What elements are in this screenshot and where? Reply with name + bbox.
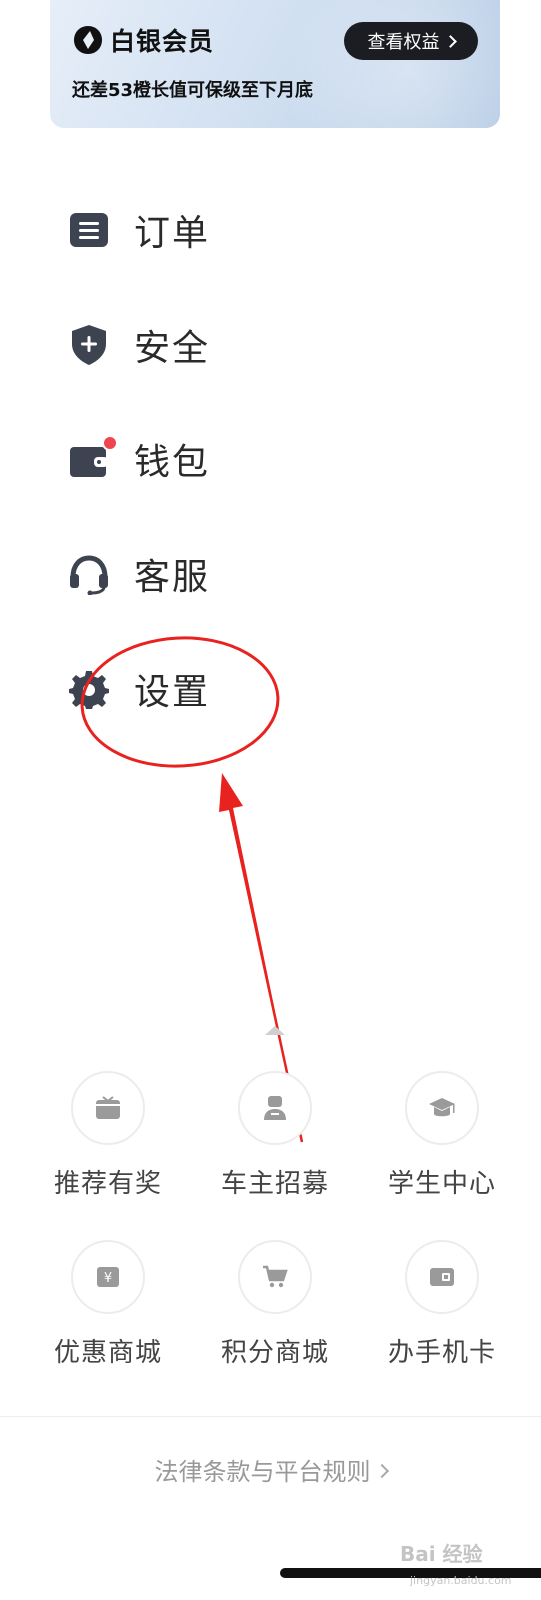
- menu-item-security[interactable]: 安全: [68, 317, 210, 373]
- sim-card-icon: [405, 1240, 479, 1314]
- service-student-center[interactable]: 学生中心: [357, 1071, 527, 1200]
- legal-terms-link[interactable]: 法律条款与平台规则: [0, 1452, 541, 1487]
- gear-icon: [68, 668, 110, 710]
- service-label: 推荐有奖: [53, 1169, 162, 1199]
- service-label: 优惠商城: [53, 1338, 162, 1368]
- member-level-title: 白银会员: [110, 27, 215, 56]
- service-sim-card[interactable]: 办手机卡: [357, 1240, 527, 1369]
- view-benefits-label: 查看权益: [367, 32, 440, 53]
- chevron-right-icon: [374, 1463, 389, 1479]
- menu-item-settings[interactable]: 设置: [68, 661, 210, 717]
- gift-icon: [71, 1071, 145, 1145]
- service-label: 办手机卡: [387, 1338, 496, 1368]
- view-benefits-button[interactable]: 查看权益: [344, 22, 478, 60]
- menu-item-wallet[interactable]: 钱包: [68, 431, 210, 487]
- menu-label-settings: 设置: [134, 672, 211, 713]
- order-icon: [68, 209, 110, 251]
- wallet-notification-badge: [102, 435, 118, 451]
- service-referral[interactable]: 推荐有奖: [23, 1071, 193, 1200]
- watermark-url: jingyan.baidu.com: [410, 1574, 512, 1587]
- graduation-cap-icon: [405, 1071, 479, 1145]
- cart-icon: [238, 1240, 312, 1314]
- service-label: 学生中心: [387, 1169, 496, 1199]
- divider: [0, 1416, 541, 1417]
- service-driver-recruit[interactable]: 车主招募: [190, 1071, 360, 1200]
- member-progress-text: 还差53橙长值可保级至下月底: [72, 80, 314, 101]
- menu-label-customer-service: 客服: [134, 557, 211, 598]
- service-label: 车主招募: [220, 1169, 329, 1199]
- collapse-arrow-icon[interactable]: [265, 1026, 285, 1035]
- wallet-icon: [68, 435, 118, 480]
- driver-icon: [238, 1071, 312, 1145]
- svg-text:¥: ¥: [104, 1271, 112, 1286]
- headset-icon: [68, 553, 110, 595]
- menu-label-wallet: 钱包: [134, 442, 211, 483]
- legal-terms-label: 法律条款与平台规则: [154, 1458, 371, 1486]
- silver-badge-icon: [74, 26, 102, 54]
- service-discount-mall[interactable]: ¥ 优惠商城: [23, 1240, 193, 1369]
- chevron-right-icon: [443, 34, 457, 48]
- member-header: 白银会员: [72, 22, 214, 58]
- service-label: 积分商城: [220, 1338, 329, 1368]
- menu-item-customer-service[interactable]: 客服: [68, 546, 210, 602]
- shield-plus-icon: [68, 324, 110, 366]
- menu-item-orders[interactable]: 订单: [68, 202, 210, 258]
- yen-tag-icon: ¥: [71, 1240, 145, 1314]
- member-card[interactable]: 白银会员 查看权益 还差53橙长值可保级至下月底: [50, 0, 500, 128]
- menu-label-security: 安全: [134, 328, 211, 369]
- menu-label-orders: 订单: [134, 213, 211, 254]
- watermark-logo: Bai 经验: [400, 1542, 483, 1566]
- service-points-mall[interactable]: 积分商城: [190, 1240, 360, 1369]
